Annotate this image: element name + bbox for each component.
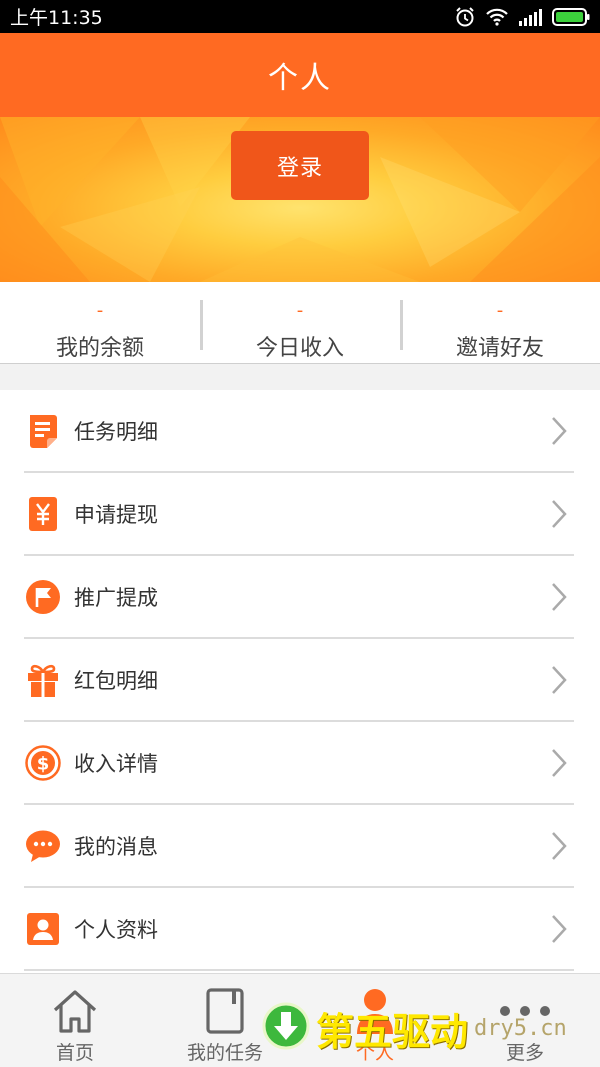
profile-icon xyxy=(24,910,62,948)
battery-icon xyxy=(552,7,590,26)
menu-item-withdraw[interactable]: 申请提现 xyxy=(24,473,574,556)
stat-invite-friends[interactable]: - 邀请好友 xyxy=(400,282,600,363)
menu-item-label: 个人资料 xyxy=(74,917,158,942)
signal-icon xyxy=(518,8,542,26)
menu-item-label: 任务明细 xyxy=(74,419,158,444)
stat-value: - xyxy=(496,300,504,321)
home-icon xyxy=(51,986,99,1036)
status-icons xyxy=(454,6,590,28)
document-icon xyxy=(24,412,62,450)
chevron-right-icon xyxy=(550,831,568,865)
nav-label: 我的任务 xyxy=(186,1042,263,1064)
alarm-icon xyxy=(454,6,476,28)
menu-item-my-messages[interactable]: 我的消息 xyxy=(24,805,574,888)
login-button[interactable]: 登录 xyxy=(231,131,369,200)
chevron-right-icon xyxy=(550,914,568,948)
divider xyxy=(400,300,403,350)
divider xyxy=(200,300,203,350)
menu-item-personal-info[interactable]: 个人资料 xyxy=(24,888,574,971)
chevron-right-icon xyxy=(550,665,568,699)
svg-text:$: $ xyxy=(37,753,50,774)
app-screen: 上午11:35 个人 登录 - 我的余额 - 今日收入 - 邀请好友 任务明细 … xyxy=(0,0,600,1067)
stat-value: - xyxy=(296,300,304,321)
gift-icon xyxy=(24,661,62,699)
profile-menu: 任务明细 申请提现 推广提成 红包明细 $ 收入详情 我的消息 个人资料 xyxy=(0,390,600,973)
menu-item-label: 红包明细 xyxy=(74,668,158,693)
page-title-bar: 个人 xyxy=(0,33,600,117)
chevron-right-icon xyxy=(550,416,568,450)
stat-balance[interactable]: - 我的余额 xyxy=(0,282,200,363)
status-time: 上午11:35 xyxy=(10,7,103,29)
menu-item-promotion-commission[interactable]: 推广提成 xyxy=(24,556,574,639)
tablet-icon xyxy=(206,986,244,1036)
chevron-right-icon xyxy=(550,582,568,616)
dollar-coin-icon: $ xyxy=(24,744,62,782)
menu-item-label: 我的消息 xyxy=(74,834,158,859)
status-bar: 上午11:35 xyxy=(0,0,600,33)
menu-item-label: 申请提现 xyxy=(74,502,158,527)
menu-item-task-details[interactable]: 任务明细 xyxy=(24,390,574,473)
stat-label: 邀请好友 xyxy=(455,336,544,361)
watermark-text: 第五驱动 xyxy=(316,1009,469,1054)
download-icon xyxy=(262,1002,310,1054)
watermark-domain: dry5.cn xyxy=(474,1015,567,1041)
chevron-right-icon xyxy=(550,499,568,533)
flag-icon xyxy=(24,578,62,616)
menu-item-income-details[interactable]: $ 收入详情 xyxy=(24,722,574,805)
nav-home[interactable]: 首页 xyxy=(0,974,150,1067)
stat-today-income[interactable]: - 今日收入 xyxy=(200,282,400,363)
chevron-right-icon xyxy=(550,748,568,782)
page-title: 个人 xyxy=(268,61,332,96)
yuan-icon xyxy=(24,495,62,533)
stat-label: 我的余额 xyxy=(55,336,144,361)
profile-banner: 登录 xyxy=(0,117,600,282)
stat-value: - xyxy=(96,300,104,321)
account-stats: - 我的余额 - 今日收入 - 邀请好友 xyxy=(0,282,600,364)
watermark: 第五驱动 dry5.cn xyxy=(262,1000,600,1056)
stat-label: 今日收入 xyxy=(255,336,344,361)
chat-bubble-icon xyxy=(24,827,62,865)
menu-item-label: 推广提成 xyxy=(74,585,158,610)
menu-item-red-packet-details[interactable]: 红包明细 xyxy=(24,639,574,722)
menu-item-label: 收入详情 xyxy=(74,751,158,776)
nav-label: 首页 xyxy=(55,1042,94,1064)
wifi-icon xyxy=(486,8,508,26)
